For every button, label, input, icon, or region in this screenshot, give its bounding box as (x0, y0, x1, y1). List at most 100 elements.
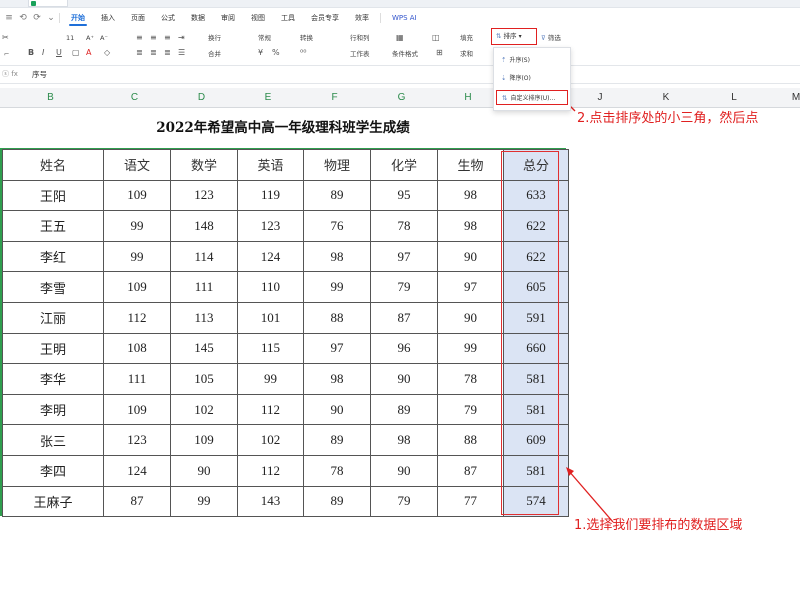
wrap-text-button[interactable]: 换行 (208, 33, 221, 43)
score-cell[interactable]: 76 (303, 210, 371, 242)
header-cell[interactable]: 化学 (370, 149, 438, 181)
align-bottom-icon[interactable]: ≡ (164, 33, 171, 43)
percent-icon[interactable]: % (272, 48, 280, 58)
score-cell[interactable]: 89 (303, 424, 371, 456)
column-header-l[interactable]: L (724, 88, 744, 108)
tab-wps-ai[interactable]: WPS AI (384, 8, 425, 28)
score-cell[interactable]: 97 (370, 240, 438, 273)
score-cell[interactable]: 95 (370, 179, 438, 212)
column-header-g[interactable]: G (368, 88, 435, 108)
score-cell[interactable]: 90 (437, 240, 504, 273)
total-cell[interactable]: 581 (503, 363, 569, 395)
tab-member[interactable]: 会员专享 (303, 8, 347, 28)
score-cell[interactable]: 87 (437, 454, 504, 487)
sum-button[interactable]: 求和 (460, 49, 473, 59)
quick-access-dropdown-icon[interactable]: ⌄ (46, 13, 56, 23)
currency-icon[interactable]: ¥ (258, 48, 263, 58)
score-cell[interactable]: 99 (170, 485, 238, 518)
tab-review[interactable]: 审阅 (213, 8, 243, 28)
column-header-b[interactable]: B (0, 88, 101, 108)
total-cell[interactable]: 605 (503, 271, 569, 303)
number-format-select[interactable]: 常规 (258, 33, 271, 43)
cell-format-icon[interactable]: ⊞ (436, 48, 443, 58)
score-cell[interactable]: 90 (370, 363, 438, 395)
tab-formula[interactable]: 公式 (153, 8, 183, 28)
score-cell[interactable]: 99 (103, 210, 171, 242)
tab-home[interactable]: 开始 (63, 8, 93, 28)
name-cell[interactable]: 李四 (2, 454, 104, 487)
cell-style-icon[interactable]: ◫ (432, 33, 440, 43)
score-cell[interactable]: 115 (237, 332, 304, 365)
score-cell[interactable]: 102 (237, 424, 304, 456)
score-cell[interactable]: 78 (370, 210, 438, 242)
score-cell[interactable]: 88 (303, 301, 371, 334)
score-cell[interactable]: 124 (103, 454, 171, 487)
score-cell[interactable]: 87 (370, 301, 438, 334)
name-cell[interactable]: 李雪 (2, 271, 104, 303)
column-header-c[interactable]: C (101, 88, 168, 108)
score-cell[interactable]: 90 (303, 393, 371, 426)
score-cell[interactable]: 89 (303, 485, 371, 518)
score-cell[interactable]: 79 (370, 271, 438, 303)
total-cell[interactable]: 581 (503, 393, 569, 426)
total-cell[interactable]: 660 (503, 332, 569, 365)
align-middle-icon[interactable]: ≡ (150, 33, 157, 43)
name-cell[interactable]: 张三 (2, 424, 104, 456)
score-cell[interactable]: 99 (237, 363, 304, 395)
column-header-d[interactable]: D (168, 88, 235, 108)
score-cell[interactable]: 111 (170, 271, 238, 303)
clear-format-icon[interactable]: ◇ (104, 48, 110, 58)
align-right-icon[interactable]: ≣ (164, 48, 171, 58)
score-cell[interactable]: 99 (437, 332, 504, 365)
decimal-icon[interactable]: ⁰⁰ (300, 48, 306, 58)
name-cell[interactable]: 王明 (2, 332, 104, 365)
score-cell[interactable]: 119 (237, 179, 304, 212)
filter-button[interactable]: ⊽ 筛选 (541, 33, 561, 43)
redo-icon[interactable]: ⟳ (32, 13, 42, 23)
chevron-down-icon[interactable]: ▾ (519, 33, 522, 40)
score-cell[interactable]: 112 (237, 393, 304, 426)
score-cell[interactable]: 98 (437, 179, 504, 212)
font-shrink-button[interactable]: A⁻ (100, 33, 108, 43)
total-cell[interactable]: 633 (503, 179, 569, 212)
header-cell[interactable]: 英语 (237, 149, 304, 181)
total-cell[interactable]: 609 (503, 424, 569, 456)
name-cell[interactable]: 李明 (2, 393, 104, 426)
undo-icon[interactable]: ⟲ (18, 13, 28, 23)
score-cell[interactable]: 79 (437, 393, 504, 426)
sort-ascending-item[interactable]: ⇡ 升序(S) (496, 53, 568, 68)
column-header-h[interactable]: H (435, 88, 501, 108)
score-cell[interactable]: 98 (303, 240, 371, 273)
column-header-k[interactable]: K (656, 88, 676, 108)
header-cell[interactable]: 总分 (503, 149, 569, 181)
score-cell[interactable]: 99 (303, 271, 371, 303)
header-cell[interactable]: 生物 (437, 149, 504, 181)
fill-button[interactable]: 填充 (460, 33, 473, 43)
score-cell[interactable]: 112 (103, 301, 171, 334)
score-cell[interactable]: 88 (437, 424, 504, 456)
score-cell[interactable]: 109 (103, 179, 171, 212)
column-header-m[interactable]: M (786, 88, 800, 108)
format-painter-icon[interactable]: ⌐ (4, 49, 9, 59)
score-cell[interactable]: 89 (303, 179, 371, 212)
header-cell[interactable]: 数学 (170, 149, 238, 181)
score-cell[interactable]: 101 (237, 301, 304, 334)
custom-sort-item[interactable]: ⇅ 自定义排序(U)... (496, 90, 568, 105)
tab-tools[interactable]: 工具 (273, 8, 303, 28)
score-cell[interactable]: 89 (370, 393, 438, 426)
score-cell[interactable]: 96 (370, 332, 438, 365)
tab-page[interactable]: 页面 (123, 8, 153, 28)
worksheet-button[interactable]: 工作表 (350, 49, 370, 59)
name-cell[interactable]: 李红 (2, 240, 104, 273)
italic-icon[interactable]: I (42, 48, 44, 58)
sheet-title[interactable]: 2022年希望高中高一年级理科班学生成绩 (0, 116, 566, 136)
total-cell[interactable]: 581 (503, 454, 569, 487)
score-cell[interactable]: 79 (370, 485, 438, 518)
column-header-e[interactable]: E (235, 88, 301, 108)
score-cell[interactable]: 98 (303, 363, 371, 395)
score-cell[interactable]: 124 (237, 240, 304, 273)
score-cell[interactable]: 109 (103, 393, 171, 426)
border-icon[interactable]: ▢ (72, 48, 80, 58)
font-size-select[interactable]: 11 (66, 33, 74, 43)
score-cell[interactable]: 90 (370, 454, 438, 487)
